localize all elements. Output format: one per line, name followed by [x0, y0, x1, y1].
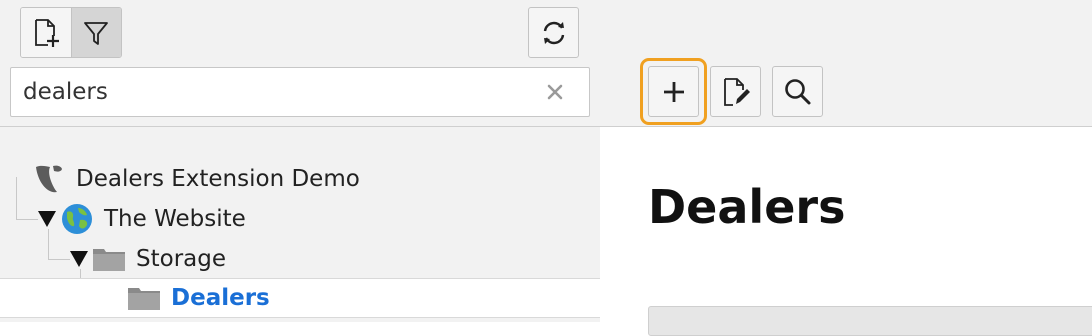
edit-page-button[interactable] [710, 66, 761, 117]
clear-search-button[interactable] [543, 80, 567, 104]
docheader [600, 0, 1092, 127]
content-toolbar [648, 306, 1092, 336]
tree-node-storage[interactable]: Storage [70, 239, 226, 279]
tree-toolbar-group [20, 7, 122, 58]
folder-icon [93, 249, 125, 271]
new-page-button[interactable] [21, 8, 71, 57]
refresh-icon [543, 21, 564, 44]
tree-node-root[interactable]: Dealers Extension Demo [30, 159, 360, 199]
page-tree: Dealers Extension Demo The Website Stora… [0, 127, 600, 322]
search-icon [784, 78, 810, 104]
tree-node-label: Storage [136, 246, 226, 272]
search-input[interactable] [23, 68, 523, 116]
content-panel: Dealers [600, 0, 1092, 336]
tree-connector [48, 259, 70, 260]
tree-node-label: The Website [104, 206, 246, 232]
expand-toggle-icon[interactable] [38, 211, 56, 227]
tree-connector [16, 219, 38, 220]
page-title: Dealers [648, 180, 846, 234]
tree-node-dealers[interactable]: Dealers [0, 278, 600, 318]
tree-node-label: Dealers [171, 285, 270, 311]
plus-icon [663, 81, 684, 102]
new-record-button[interactable] [648, 66, 699, 117]
globe-icon [62, 204, 92, 234]
tree-node-website[interactable]: The Website [38, 199, 246, 239]
main-content: Dealers [600, 128, 1092, 336]
refresh-tree-button[interactable] [528, 7, 579, 58]
close-icon [547, 84, 563, 100]
typo3-logo-icon [36, 165, 62, 193]
filter-button[interactable] [70, 8, 121, 57]
folder-icon [128, 288, 160, 310]
tree-node-label: Dealers Extension Demo [76, 166, 360, 192]
search-button[interactable] [772, 66, 823, 117]
page-tree-panel: Dealers Extension Demo The Website Stora… [0, 0, 600, 322]
tree-search [10, 67, 590, 117]
expand-toggle-icon[interactable] [70, 251, 88, 267]
edit-page-icon [723, 77, 750, 106]
tree-connector [16, 177, 17, 219]
new-page-icon [34, 18, 59, 47]
filter-icon [84, 21, 109, 45]
